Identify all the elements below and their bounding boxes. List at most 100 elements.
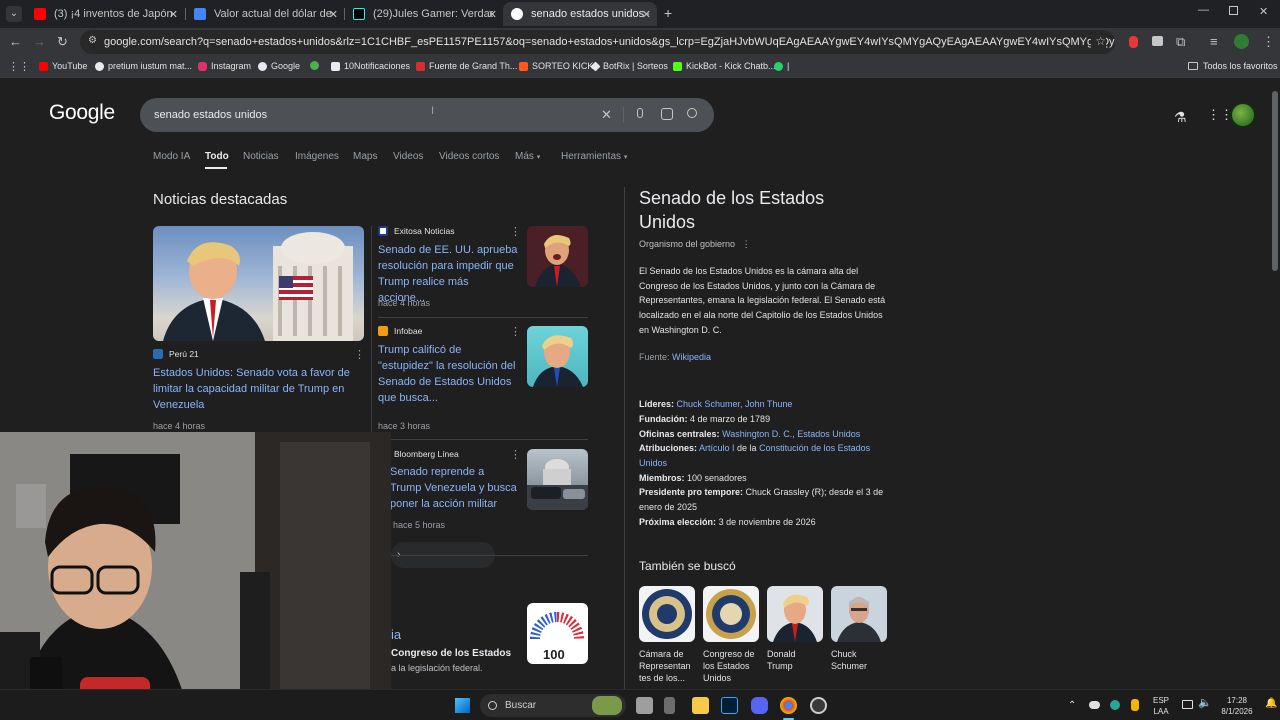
article-one-link[interactable]: Artículo I [699, 443, 735, 453]
bookmark-10notificaciones[interactable]: 10Notificaciones [331, 61, 410, 71]
language-indicator[interactable]: ESP LAA [1151, 695, 1171, 717]
lens-camera-icon[interactable] [661, 108, 673, 120]
notifications-icon[interactable]: 🔔 [1265, 698, 1277, 709]
more-options-icon[interactable]: ⋮ [354, 348, 365, 361]
google-logo[interactable]: Google [49, 101, 115, 125]
close-icon[interactable]: ✕ [642, 8, 651, 21]
tab-todo[interactable]: Todo [205, 151, 229, 162]
labs-flask-icon[interactable]: ⚗ [1174, 109, 1187, 126]
news-headline-infobae[interactable]: Trump calificó de "estupidez" la resoluc… [378, 342, 518, 406]
menu-kebab-icon[interactable]: ⋮ [1262, 34, 1275, 50]
close-icon[interactable]: ✕ [169, 8, 178, 21]
tray-sync-icon[interactable] [1110, 700, 1120, 710]
headquarters-links[interactable]: Washington D. C., Estados Unidos [722, 429, 860, 439]
bookmark-extension[interactable] [310, 61, 323, 70]
leaders-links[interactable]: Chuck Schumer, John Thune [677, 399, 793, 409]
chrome-icon[interactable] [780, 697, 797, 714]
extension-box-icon[interactable] [1152, 36, 1163, 46]
microphone-icon[interactable] [637, 108, 643, 118]
extension-red-icon[interactable] [1129, 36, 1138, 48]
discord-icon[interactable] [751, 697, 768, 714]
more-options-icon[interactable]: ⋮ [510, 448, 521, 461]
tab-herramientas[interactable]: Herramientas ▾ [561, 151, 627, 162]
bookmark-kickbot[interactable]: KickBot - Kick Chatb... [673, 61, 776, 71]
photoshop-icon[interactable] [721, 697, 738, 714]
news-image-exitosa[interactable] [527, 226, 588, 287]
also-searched-trump[interactable]: Donald Trump [767, 586, 823, 672]
bookmark-pretium[interactable]: pretium iustum mat... [95, 61, 192, 71]
news-source-exitosa[interactable]: Exitosa Noticias [378, 226, 454, 236]
minimize-button[interactable]: — [1198, 4, 1209, 16]
address-bar[interactable]: ⚙ google.com/search?q=senado+estados+uni… [80, 30, 1115, 54]
site-info-icon[interactable]: ⚙ [88, 35, 97, 46]
close-window-button[interactable]: ✕ [1259, 5, 1268, 18]
also-searched-house[interactable]: Cámara de Representan tes de los... [639, 586, 695, 684]
bookmark-whatsapp[interactable]: | [774, 61, 789, 71]
taskbar-search[interactable]: Buscar [480, 694, 626, 717]
tab-dolar-1913[interactable]: Valor actual del dólar de 1913 ✕ [186, 2, 344, 26]
result-title-partial[interactable]: ia [391, 627, 401, 642]
tab-youtube-inventos[interactable]: (3) ¡4 inventos de Japón y Corea ✕ [26, 2, 184, 26]
news-source-infobae[interactable]: Infobae [378, 326, 422, 336]
clock[interactable]: 17:28 8/1/2026 [1214, 695, 1260, 717]
news-image-main[interactable] [153, 226, 364, 341]
bookmark-star-icon[interactable]: ☆ [1091, 34, 1106, 48]
tab-senado-search[interactable]: senado estados unidos - Busca ✕ [503, 2, 657, 26]
news-image-bloomberg[interactable] [527, 449, 588, 510]
file-explorer-icon[interactable] [692, 697, 709, 714]
more-options-icon[interactable]: ⋮ [510, 225, 521, 238]
scrollbar-thumb[interactable] [1272, 91, 1278, 271]
tab-search-button[interactable]: ⌄ [6, 6, 22, 22]
apps-grid-icon[interactable]: ⋮⋮ [8, 60, 30, 73]
tab-videos-cortos[interactable]: Videos cortos [439, 151, 499, 162]
search-input[interactable]: senado estados unidos [154, 109, 267, 121]
show-hidden-icons-chevron[interactable]: ⌃ [1068, 700, 1076, 711]
bookmark-instagram[interactable]: Instagram [198, 61, 251, 71]
clear-icon[interactable]: ✕ [601, 107, 612, 123]
more-options-icon[interactable]: ⋮ [510, 325, 521, 338]
network-icon[interactable] [1182, 700, 1193, 709]
tab-tiktok-jules[interactable]: (29)Jules Gamer: Verdades Reve ✕ [345, 2, 503, 26]
extensions-puzzle-icon[interactable]: ⧉ [1176, 34, 1185, 50]
bookmark-youtube[interactable]: YouTube [39, 61, 87, 71]
obs-icon[interactable] [810, 697, 827, 714]
news-headline-bloomberg[interactable]: Senado reprende a Trump Venezuela y busc… [390, 464, 518, 512]
news-headline-peru21[interactable]: Estados Unidos: Senado vota a favor de l… [153, 365, 358, 413]
account-avatar[interactable] [1230, 102, 1256, 128]
tab-mas[interactable]: Más ▾ [515, 151, 540, 162]
new-tab-button[interactable]: + [664, 6, 672, 20]
wikipedia-link[interactable]: Wikipedia [672, 352, 711, 362]
all-bookmarks-folder[interactable]: Todos los favoritos [1188, 61, 1278, 71]
windows-start-icon[interactable] [455, 698, 470, 713]
bookmark-grand-theft[interactable]: Fuente de Grand Th... [416, 61, 517, 71]
close-icon[interactable]: ✕ [329, 8, 338, 21]
app-icon-generic[interactable] [664, 697, 675, 714]
also-searched-congress[interactable]: Congreso de los Estados Unidos [703, 586, 759, 684]
task-view-icon[interactable] [636, 697, 653, 714]
bookmark-botrix[interactable]: BotRix | Sorteos [590, 61, 668, 71]
reload-icon[interactable]: ↻ [57, 34, 68, 50]
close-icon[interactable]: ✕ [488, 8, 497, 21]
also-searched-schumer[interactable]: Chuck Schumer [831, 586, 887, 672]
profile-avatar[interactable] [1234, 34, 1249, 49]
bookmark-google[interactable]: Google [258, 61, 300, 71]
page-scrollbar[interactable] [1270, 79, 1280, 689]
tray-app-icon[interactable] [1131, 699, 1139, 711]
restore-button[interactable] [1229, 6, 1238, 15]
search-box[interactable]: senado estados unidos I ✕ [140, 98, 714, 132]
more-options-icon[interactable]: ⋮ [742, 239, 751, 249]
tab-maps[interactable]: Maps [353, 151, 377, 162]
search-icon[interactable] [687, 108, 697, 118]
tab-imagenes[interactable]: Imágenes [295, 151, 339, 162]
tab-videos[interactable]: Videos [393, 151, 423, 162]
tab-modo-ia[interactable]: Modo IA [153, 151, 190, 162]
tray-cloud-icon[interactable] [1089, 701, 1100, 709]
tab-noticias[interactable]: Noticias [243, 151, 279, 162]
volume-icon[interactable]: 🔈 [1198, 698, 1212, 709]
news-source-peru21[interactable]: Perú 21 [153, 349, 199, 359]
forward-arrow-icon[interactable]: → [33, 34, 46, 50]
news-headline-exitosa[interactable]: Senado de EE. UU. aprueba resolución par… [378, 242, 518, 306]
bookmark-sorteo-kick[interactable]: SORTEO KICK [519, 61, 593, 71]
senate-seats-thumbnail[interactable]: 100 [527, 603, 588, 664]
back-arrow-icon[interactable]: ← [9, 34, 22, 50]
